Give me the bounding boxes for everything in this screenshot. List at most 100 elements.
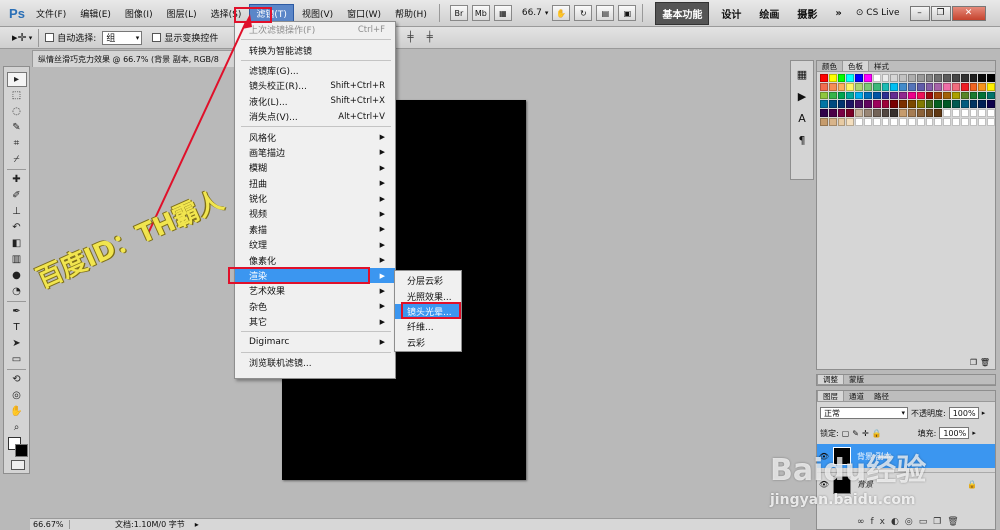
color-swatch[interactable] bbox=[934, 91, 943, 100]
color-swatch[interactable] bbox=[951, 74, 960, 82]
menu-image[interactable]: 图像(I) bbox=[119, 5, 159, 22]
color-swatch[interactable] bbox=[925, 74, 934, 82]
color-swatch[interactable] bbox=[907, 117, 916, 126]
filter-menu-item[interactable]: 滤镜库(G)... bbox=[235, 63, 395, 78]
pen-tool-icon[interactable]: ✒ bbox=[7, 304, 27, 319]
path-selection-tool-icon[interactable]: ➤ bbox=[7, 336, 27, 351]
eyedropper-tool-icon[interactable]: ⌿ bbox=[7, 152, 27, 167]
color-swatch[interactable] bbox=[925, 117, 934, 126]
minimize-button[interactable]: – bbox=[909, 5, 930, 21]
quick-mask-icon[interactable] bbox=[11, 460, 25, 470]
chevron-down-icon[interactable]: ▾ bbox=[29, 34, 33, 42]
color-swatch[interactable] bbox=[881, 109, 890, 117]
tab-adjustments[interactable]: 调整 bbox=[817, 375, 844, 384]
color-swatch[interactable] bbox=[907, 100, 916, 109]
filter-menu-item[interactable]: 像素化 ▶ bbox=[235, 252, 395, 267]
color-swatch[interactable] bbox=[837, 74, 846, 82]
crop-tool-icon[interactable]: ⌗ bbox=[7, 136, 27, 151]
filter-menu-item[interactable]: 转换为智能滤镜 bbox=[235, 42, 395, 57]
color-swatch[interactable] bbox=[934, 74, 943, 82]
tab-layers[interactable]: 图层 bbox=[817, 391, 844, 401]
history-icon[interactable]: ▦ bbox=[793, 65, 811, 83]
color-swatch[interactable] bbox=[855, 91, 863, 100]
show-transform-checkbox[interactable] bbox=[152, 33, 162, 42]
filter-menu-item[interactable]: Digimarc ▶ bbox=[235, 334, 395, 349]
color-swatch[interactable] bbox=[978, 100, 987, 109]
healing-brush-tool-icon[interactable]: ✚ bbox=[7, 172, 27, 187]
dodge-tool-icon[interactable]: ◔ bbox=[7, 284, 27, 299]
color-swatch[interactable] bbox=[925, 91, 934, 100]
color-swatch[interactable] bbox=[890, 74, 899, 82]
color-swatch[interactable] bbox=[846, 91, 855, 100]
color-swatch[interactable] bbox=[987, 82, 995, 91]
zoom-level[interactable]: 66.7 bbox=[522, 8, 542, 18]
color-swatch[interactable] bbox=[820, 82, 828, 91]
color-swatch[interactable] bbox=[987, 74, 995, 82]
clone-stamp-tool-icon[interactable]: ⊥ bbox=[7, 204, 27, 219]
cs-live-button[interactable]: ⊙ CS Live bbox=[856, 8, 900, 18]
screen-mode-icon[interactable]: ▣ bbox=[618, 5, 637, 21]
color-swatch[interactable] bbox=[969, 82, 978, 91]
tab-swatches[interactable]: 色板 bbox=[842, 61, 869, 71]
color-swatch[interactable] bbox=[828, 82, 837, 91]
color-swatch[interactable] bbox=[890, 109, 899, 117]
blend-mode-select[interactable]: 正常 ▾ bbox=[820, 407, 908, 419]
fill-input[interactable]: 100% bbox=[939, 427, 970, 439]
move-tool-icon[interactable]: ▸ bbox=[6, 72, 27, 87]
color-swatch[interactable] bbox=[943, 100, 951, 109]
auto-select-checkbox[interactable] bbox=[45, 33, 55, 42]
color-swatch[interactable] bbox=[828, 91, 837, 100]
status-zoom[interactable]: 66.67% bbox=[30, 520, 70, 529]
color-swatch[interactable] bbox=[881, 117, 890, 126]
background-color-swatch[interactable] bbox=[15, 444, 28, 457]
trash-icon[interactable]: 🗑 bbox=[980, 358, 990, 367]
color-swatch[interactable] bbox=[943, 117, 951, 126]
color-swatch[interactable] bbox=[863, 74, 872, 82]
color-swatch[interactable] bbox=[846, 74, 855, 82]
color-swatch[interactable] bbox=[863, 100, 872, 109]
color-swatch[interactable] bbox=[837, 117, 846, 126]
color-swatch[interactable] bbox=[863, 117, 872, 126]
color-swatch[interactable] bbox=[846, 82, 855, 91]
color-swatch[interactable] bbox=[872, 82, 881, 91]
filter-menu-item[interactable]: 浏览联机滤镜... bbox=[235, 355, 395, 370]
color-swatch[interactable] bbox=[863, 82, 872, 91]
color-swatch[interactable] bbox=[899, 82, 907, 91]
color-swatch[interactable] bbox=[951, 91, 960, 100]
color-swatch[interactable] bbox=[925, 82, 934, 91]
color-swatch[interactable] bbox=[820, 91, 828, 100]
zoom-tool-icon[interactable]: ⌕ bbox=[7, 420, 27, 435]
color-swatch[interactable] bbox=[934, 109, 943, 117]
color-swatch[interactable] bbox=[855, 74, 863, 82]
color-swatch[interactable] bbox=[837, 82, 846, 91]
filter-menu-item[interactable]: 视频 ▶ bbox=[235, 206, 395, 221]
marquee-tool-icon[interactable]: ⬚ bbox=[7, 88, 27, 103]
close-button[interactable]: ✕ bbox=[951, 5, 986, 21]
mini-bridge-icon[interactable]: Mb bbox=[471, 5, 490, 21]
color-swatch[interactable] bbox=[820, 100, 828, 109]
workspace-painting[interactable]: 绘画 bbox=[753, 3, 785, 24]
tab-masks[interactable]: 蒙版 bbox=[844, 375, 869, 384]
filter-menu-item[interactable]: 其它 ▶ bbox=[235, 314, 395, 329]
color-swatch[interactable] bbox=[872, 74, 881, 82]
color-swatch[interactable] bbox=[846, 117, 855, 126]
color-swatch[interactable] bbox=[837, 100, 846, 109]
color-swatch[interactable] bbox=[855, 100, 863, 109]
color-swatch[interactable] bbox=[987, 91, 995, 100]
menu-layer[interactable]: 图层(L) bbox=[161, 5, 203, 22]
color-swatch[interactable] bbox=[863, 109, 872, 117]
color-swatch[interactable] bbox=[820, 109, 828, 117]
filter-menu-item[interactable]: 消失点(V)... Alt+Ctrl+V bbox=[235, 109, 395, 124]
color-swatch[interactable] bbox=[855, 117, 863, 126]
workspace-photography[interactable]: 摄影 bbox=[791, 3, 823, 24]
extras-icon[interactable]: ▦ bbox=[493, 5, 512, 21]
color-swatch[interactable] bbox=[978, 91, 987, 100]
tab-channels[interactable]: 通道 bbox=[844, 391, 869, 401]
filter-menu-item[interactable]: 镜头校正(R)... Shift+Ctrl+R bbox=[235, 78, 395, 93]
color-swatch[interactable] bbox=[872, 91, 881, 100]
render-submenu-item[interactable]: 纤维... bbox=[395, 319, 461, 334]
color-swatch[interactable] bbox=[907, 109, 916, 117]
color-swatch[interactable] bbox=[960, 109, 969, 117]
color-swatch[interactable] bbox=[960, 82, 969, 91]
layer-panel-actions[interactable]: ∞fx◐◎▭❐🗑 bbox=[857, 517, 965, 527]
